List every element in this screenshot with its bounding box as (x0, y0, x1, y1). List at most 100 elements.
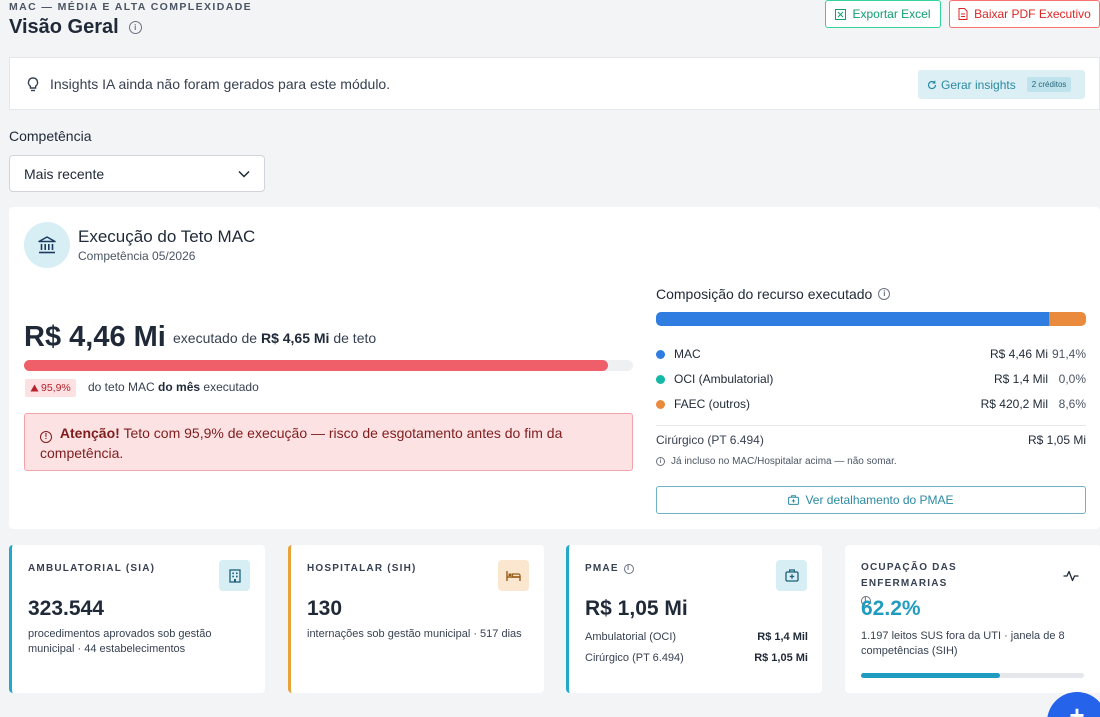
pmae-row-ambulatorial: Ambulatorial (OCI) R$ 1,4 Mil (585, 631, 808, 643)
pmae-row-label: Ambulatorial (OCI) (585, 631, 677, 643)
pmae-detail-label: Ver detalhamento do PMAE (805, 493, 954, 507)
triangle-up-icon (30, 384, 39, 392)
document-icon (958, 8, 968, 20)
generate-insights-button[interactable]: Gerar insights 2 créditos (918, 70, 1085, 99)
kpi-value: 130 (307, 597, 343, 620)
info-icon: i (656, 457, 665, 466)
chevron-down-icon (238, 170, 250, 178)
generate-insights-label: Gerar insights (941, 77, 1016, 92)
legend-name: FAEC (outros) (674, 397, 751, 411)
legend-percent: 91,4% (1051, 347, 1086, 361)
legend-dot (656, 399, 665, 409)
page-title: Visão Geral i (9, 16, 142, 39)
kpi-description: internações sob gestão municipal · 517 d… (307, 628, 522, 640)
spreadsheet-icon (835, 8, 847, 20)
competencia-select[interactable]: Mais recente (9, 155, 265, 192)
kpi-card-ocupacao: OCUPAÇÃO DAS ENFERMARIAS i 62.2% 1.197 l… (845, 545, 1100, 693)
legend-dot (656, 349, 665, 359)
building-icon (219, 560, 250, 591)
executed-value: R$ 4,46 Mi (24, 321, 166, 353)
page-title-text: Visão Geral (9, 16, 119, 38)
medical-kit-icon (788, 495, 800, 505)
executed-of-text: executado de R$ 4,65 Mi de teto (173, 330, 376, 346)
kpi-card-ambulatorial: AMBULATORIAL (SIA) 323.544 procedimentos… (9, 545, 265, 693)
composition-segment-faec (1049, 312, 1086, 326)
cirurgico-note: i Já incluso no MAC/Hospitalar acima — n… (656, 456, 897, 467)
teto-card: Execução do Teto MAC Competência 05/2026… (9, 207, 1100, 529)
info-icon[interactable]: i (878, 288, 891, 300)
pmae-row-cirurgico: Cirúrgico (PT 6.494) R$ 1,05 Mi (585, 652, 808, 664)
kpi-value: R$ 1,05 Mi (585, 597, 688, 620)
export-pdf-button[interactable]: Baixar PDF Executivo (949, 0, 1100, 28)
cirurgico-note-text: Já incluso no MAC/Hospitalar acima — não… (671, 456, 897, 467)
insights-message: Insights IA ainda não foram gerados para… (50, 76, 391, 92)
percent-note-suffix: executado (203, 380, 259, 394)
kpi-value: 62.2% (861, 597, 921, 620)
kpi-label: AMBULATORIAL (SIA) (28, 563, 156, 574)
add-fab-button[interactable]: + (1047, 692, 1100, 717)
occupancy-progress-bar (861, 673, 1084, 678)
kpi-label: HOSPITALAR (SIH) (307, 563, 417, 574)
execution-progress-bar (24, 360, 633, 371)
legend-name: OCI (Ambulatorial) (674, 372, 774, 386)
refresh-icon (927, 80, 937, 89)
insights-banner: Insights IA ainda não foram gerados para… (9, 57, 1100, 110)
kpi-label: OCUPAÇÃO DAS ENFERMARIAS (861, 562, 957, 589)
legend-value: R$ 1,4 Mil (993, 372, 1048, 386)
lightbulb-icon (27, 77, 39, 92)
legend-value: R$ 420,2 Mil (980, 397, 1048, 411)
composition-stacked-bar (656, 312, 1086, 326)
kpi-card-pmae: PMAE i R$ 1,05 Mi Ambulatorial (OCI) R$ … (566, 545, 822, 693)
kpi-value: 323.544 (28, 597, 104, 620)
composition-title-text: Composição do recurso executado (656, 286, 873, 302)
export-excel-label: Exportar Excel (852, 7, 931, 21)
pmae-row-label: Cirúrgico (PT 6.494) (585, 652, 684, 664)
info-icon[interactable]: i (128, 21, 142, 34)
kpi-description: procedimentos aprovados sob gestão munic… (28, 628, 212, 655)
legend-percent: 0,0% (1058, 372, 1086, 386)
module-eyebrow: MAC — MÉDIA E ALTA COMPLEXIDADE (9, 1, 253, 13)
executed-prefix: executado de (173, 330, 258, 346)
execution-progress-fill (24, 360, 609, 371)
legend-name: MAC (674, 347, 701, 361)
kpi-card-hospitalar: HOSPITALAR (SIH) 130 internações sob ges… (288, 545, 544, 693)
cirurgico-value: R$ 1,05 Mi (1027, 433, 1086, 447)
info-icon[interactable]: i (623, 563, 634, 574)
kpi-label-wrap: PMAE i (585, 563, 634, 574)
credits-badge: 2 créditos (1026, 77, 1072, 92)
competencia-value: Mais recente (24, 165, 105, 182)
bank-icon (24, 222, 70, 268)
pmae-row-value: R$ 1,05 Mi (754, 652, 808, 664)
teto-subtitle: Competência 05/2026 (78, 249, 196, 263)
plus-icon: + (1069, 700, 1085, 717)
alert-title: Atenção! (59, 425, 120, 441)
ceiling-suffix: de teto (333, 330, 377, 346)
percent-note-bold: do mês (158, 380, 201, 394)
composition-title: Composição do recurso executado i (656, 286, 891, 302)
competencia-label: Competência (9, 128, 92, 144)
ceiling-value: R$ 4,65 Mi (260, 330, 330, 346)
percent-badge: 95,9% (25, 379, 76, 397)
alert-warning: ! Atenção! Teto com 95,9% de execução — … (24, 413, 633, 471)
percent-note: do teto MAC do mês executado (88, 380, 259, 394)
legend-row-oci: OCI (Ambulatorial) R$ 1,4 Mil 0,0% (656, 370, 1086, 388)
divider (656, 425, 1086, 426)
cirurgico-label: Cirúrgico (PT 6.494) (656, 433, 764, 447)
bed-icon (498, 560, 529, 591)
legend-row-mac: MAC R$ 4,46 Mi 91,4% (656, 345, 1086, 363)
alert-icon: ! (40, 431, 52, 443)
legend-value: R$ 4,46 Mi (989, 347, 1048, 361)
pmae-row-value: R$ 1,4 Mil (757, 631, 808, 643)
teto-title: Execução do Teto MAC (78, 227, 256, 246)
export-excel-button[interactable]: Exportar Excel (825, 0, 941, 28)
export-pdf-label: Baixar PDF Executivo (974, 7, 1091, 21)
percent-note-prefix: do teto MAC (88, 380, 155, 394)
medical-kit-icon (776, 560, 807, 591)
legend-percent: 8,6% (1058, 397, 1086, 411)
pmae-detail-button[interactable]: Ver detalhamento do PMAE (656, 486, 1086, 514)
kpi-description: 1.197 leitos SUS fora da UTI · janela de… (861, 630, 1065, 657)
occupancy-progress-fill (861, 673, 1000, 678)
activity-icon (1055, 560, 1086, 591)
kpi-label: PMAE (585, 563, 619, 574)
cirurgico-row: Cirúrgico (PT 6.494) R$ 1,05 Mi (656, 433, 1086, 447)
